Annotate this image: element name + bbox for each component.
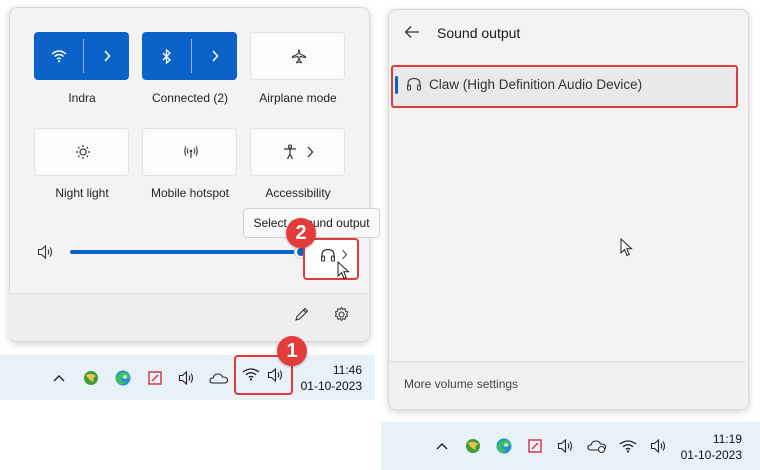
edge-icon[interactable] — [110, 365, 136, 391]
volume-icon[interactable] — [37, 244, 55, 260]
wifi-icon — [242, 367, 260, 381]
chevron-up-icon[interactable] — [429, 433, 455, 459]
night-light-tile-label: Night light — [55, 186, 109, 200]
wifi-tile[interactable] — [34, 32, 129, 80]
airplane-tile[interactable] — [250, 32, 345, 80]
night-light-icon — [35, 129, 130, 175]
headphones-icon — [406, 77, 422, 91]
onedrive-icon[interactable] — [206, 365, 232, 391]
audio-device-label: Claw (High Definition Audio Device) — [429, 77, 643, 92]
more-volume-settings-link[interactable]: More volume settings — [404, 377, 518, 391]
bluetooth-tile-label: Connected (2) — [151, 91, 229, 105]
airplane-icon — [251, 33, 346, 79]
taskbar-right-tray — [429, 433, 672, 459]
onedrive-sync-icon[interactable] — [584, 433, 610, 459]
wifi-icon[interactable] — [615, 433, 641, 459]
gear-icon[interactable] — [333, 306, 350, 323]
taskbar-clock-right[interactable]: 11:19 01-10-2023 — [676, 431, 742, 463]
volume-icon[interactable] — [646, 433, 672, 459]
taskbar-date: 01-10-2023 — [680, 448, 742, 462]
edge-icon[interactable] — [491, 433, 517, 459]
app-globe-icon[interactable] — [78, 365, 104, 391]
back-arrow-icon[interactable] — [404, 25, 420, 39]
accessibility-chevron-icon[interactable] — [303, 129, 317, 175]
pencil-icon[interactable] — [294, 306, 310, 322]
taskbar-time: 11:46 — [332, 363, 362, 377]
volume-slider-track[interactable] — [70, 250, 300, 254]
mobile-hotspot-tile-label: Mobile hotspot — [150, 186, 230, 200]
headphones-icon — [320, 248, 336, 262]
accessibility-tile-label: Accessibility — [265, 186, 331, 200]
wifi-icon[interactable] — [35, 33, 83, 79]
snip-icon[interactable] — [522, 433, 548, 459]
hotspot-icon — [143, 129, 238, 175]
bluetooth-icon[interactable] — [143, 33, 191, 79]
chevron-up-icon[interactable] — [46, 365, 72, 391]
volume-icon[interactable] — [553, 433, 579, 459]
wifi-expand-chevron-icon[interactable] — [84, 33, 130, 79]
taskbar-clock-left[interactable]: 11:46 01-10-2023 — [298, 362, 362, 394]
accessibility-tile[interactable] — [250, 128, 345, 176]
snip-icon[interactable] — [142, 365, 168, 391]
bluetooth-tile[interactable] — [142, 32, 237, 80]
taskbar-left-tray — [46, 365, 232, 391]
selected-indicator — [395, 76, 398, 94]
step-2-badge: 2 — [286, 218, 316, 248]
chevron-right-icon — [341, 249, 348, 260]
mouse-cursor-icon — [620, 238, 634, 257]
quick-settings-footer — [9, 293, 368, 341]
mouse-cursor-icon — [337, 261, 351, 280]
volume-icon[interactable] — [174, 365, 200, 391]
taskbar-time: 11:19 — [712, 432, 742, 446]
airplane-tile-label: Airplane mode — [259, 91, 337, 105]
app-globe-icon[interactable] — [460, 433, 486, 459]
bluetooth-expand-chevron-icon[interactable] — [192, 33, 238, 79]
sound-output-title: Sound output — [437, 25, 521, 41]
night-light-tile[interactable] — [34, 128, 129, 176]
taskbar-date: 01-10-2023 — [300, 379, 362, 393]
wifi-tile-label: Indra — [68, 91, 96, 105]
mobile-hotspot-tile[interactable] — [142, 128, 237, 176]
select-sound-output-button[interactable] — [303, 238, 359, 280]
volume-icon — [267, 367, 285, 383]
accessibility-icon — [277, 129, 303, 175]
